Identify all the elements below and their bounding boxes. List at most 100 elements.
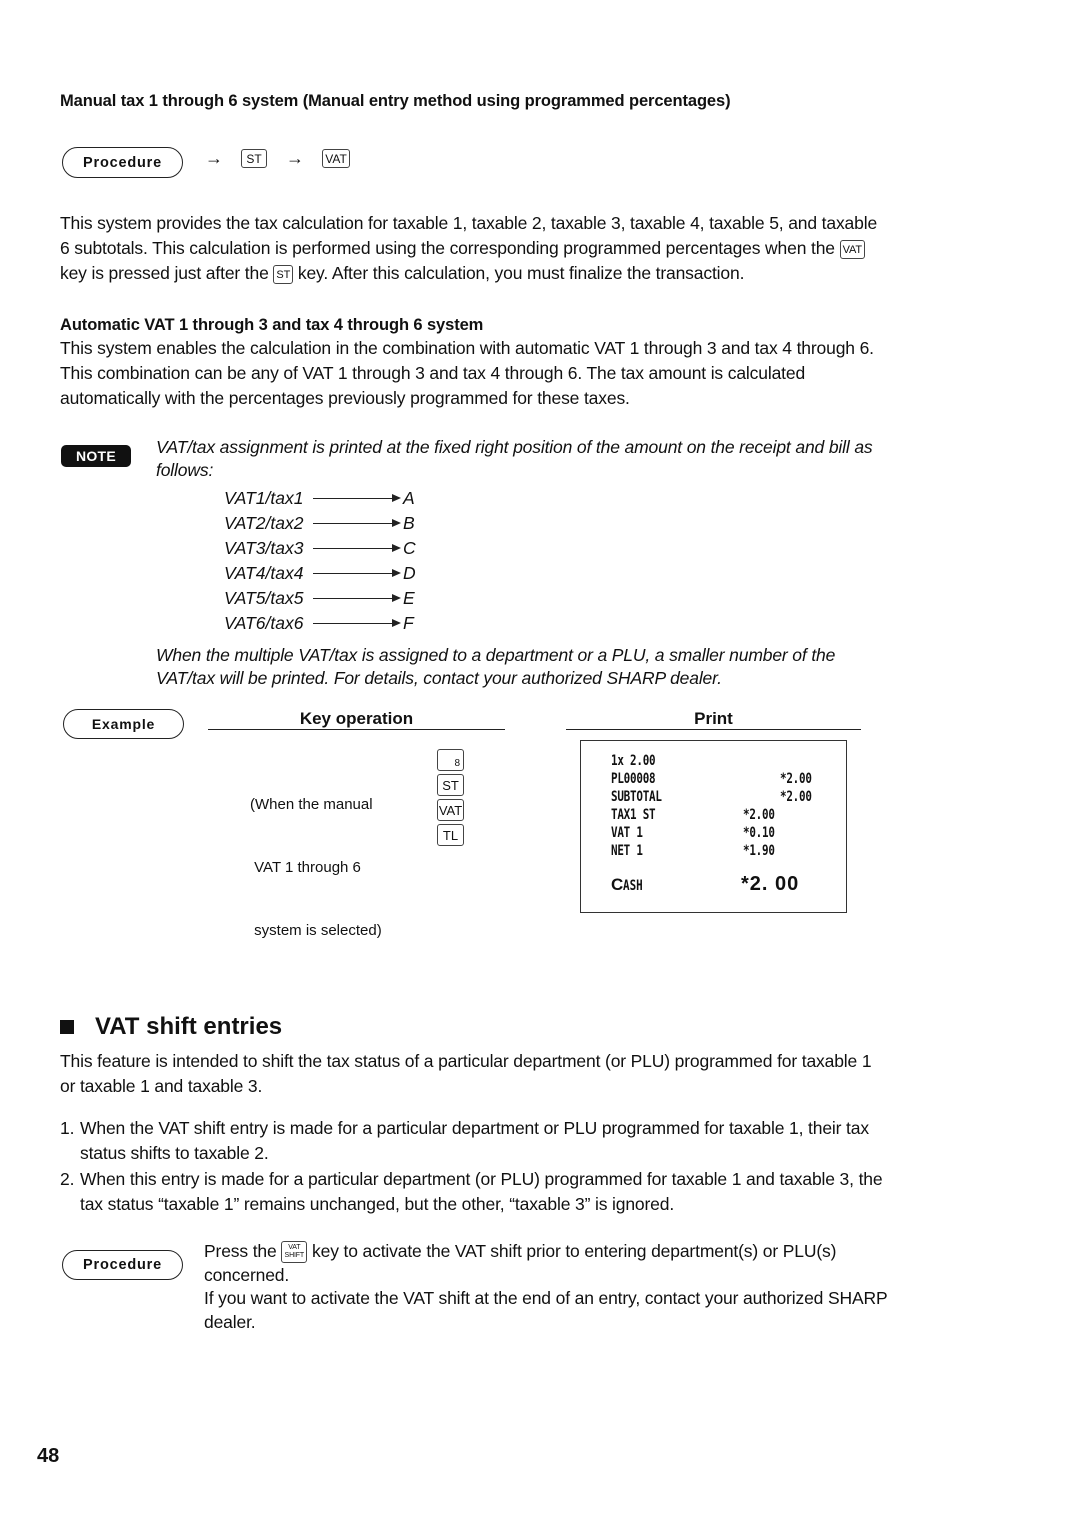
section-heading-manual-tax: Manual tax 1 through 6 system (Manual en… — [60, 92, 731, 110]
receipt-print: 1x 2.00 PL00008 *2.00 SUBTOTAL *2.00 TAX… — [580, 740, 847, 913]
para-line: concerned. — [204, 1264, 290, 1285]
receipt-line-value: *2.00 — [743, 807, 775, 823]
list-line: status shifts to taxable 2. — [80, 1143, 269, 1163]
note-line: When the multiple VAT/tax is assigned to… — [156, 645, 836, 665]
key-8: 8 — [437, 749, 464, 771]
section2-paragraph: This system enables the calculation in t… — [60, 336, 990, 411]
print-header: Print — [694, 709, 733, 728]
note-badge: NOTE — [61, 445, 131, 467]
example-condition: (When the manual VAT 1 through 6 system … — [250, 752, 382, 962]
section-heading-automatic-vat: Automatic VAT 1 through 3 and tax 4 thro… — [60, 316, 484, 334]
mapping-row: VAT4/tax4 D — [224, 561, 416, 586]
vat-shift-title-text: VAT shift entries — [95, 1013, 283, 1040]
key-label-bottom: SHIFT — [284, 1252, 305, 1260]
receipt-line-value: *1.90 — [743, 843, 775, 859]
mapping-to: B — [403, 513, 415, 533]
key-vat: VAT — [437, 799, 464, 821]
mapping-to: C — [403, 538, 416, 558]
text: key. After this calculation, you must fi… — [297, 263, 745, 283]
para-line: key is pressed just after the ST key. Af… — [60, 261, 990, 286]
para-line: 6 subtotals. This calculation is perform… — [60, 236, 990, 261]
mapping-row: VAT6/tax6 F — [224, 611, 414, 636]
right-arrow-icon: → — [205, 148, 223, 168]
receipt-total-value: *2. 00 — [741, 873, 800, 895]
para-line: This combination can be any of VAT 1 thr… — [60, 363, 806, 383]
list-number: 2. — [60, 1169, 75, 1189]
mapping-row: VAT1/tax1 A — [224, 486, 415, 511]
mapping-row: VAT2/tax2 B — [224, 511, 415, 536]
receipt-line-value: *0.10 — [743, 825, 775, 841]
mapping-to: E — [403, 588, 415, 608]
key-st: ST — [241, 149, 267, 168]
para-line: This feature is intended to shift the ta… — [60, 1051, 872, 1071]
note-line: VAT/tax assignment is printed at the fix… — [156, 437, 873, 457]
mapping-from: VAT1/tax1 — [224, 488, 304, 508]
para-line: automatically with the percentages previ… — [60, 388, 630, 408]
receipt-line-label: VAT 1 — [611, 825, 643, 841]
long-arrow-icon — [313, 543, 401, 552]
receipt-total-label: C ASH — [611, 875, 649, 895]
key-vat-shift: VAT SHIFT — [281, 1241, 308, 1264]
section1-paragraph: This system provides the tax calculation… — [60, 211, 990, 286]
receipt-line-label: SUBTOTAL — [611, 789, 662, 805]
para-line: dealer. — [204, 1311, 256, 1332]
key-vat: VAT — [322, 149, 350, 168]
receipt-line-label: NET 1 — [611, 843, 643, 859]
note-line: follows: — [156, 460, 214, 480]
procedure-key-sequence: → ST → VAT — [205, 148, 350, 169]
list-item: When the VAT shift entry is made for a p… — [80, 1116, 980, 1166]
para-line: This system provides the tax calculation… — [60, 213, 878, 233]
text: key is pressed just after the — [60, 263, 269, 283]
vat-shift-intro: This feature is intended to shift the ta… — [60, 1049, 990, 1099]
vat-shift-procedure-text: Press the VAT SHIFT key to activate the V… — [204, 1240, 984, 1334]
note-footer: When the multiple VAT/tax is assigned to… — [156, 644, 835, 690]
long-arrow-icon — [313, 593, 401, 602]
text: 6 subtotals. This calculation is perform… — [60, 238, 835, 258]
receipt-line-label: TAX1 ST — [611, 807, 656, 823]
list-line: When this entry is made for a particular… — [80, 1169, 883, 1189]
long-arrow-icon — [313, 518, 401, 527]
list-line: When the VAT shift entry is made for a p… — [80, 1118, 869, 1138]
list-number: 1. — [60, 1118, 75, 1138]
mapping-to: A — [403, 488, 415, 508]
header-rule — [208, 729, 505, 731]
condition-line: VAT 1 through 6 — [250, 859, 361, 876]
header-rule — [566, 729, 861, 731]
text: Press the — [204, 1241, 277, 1261]
para-line: This system enables the calculation in t… — [60, 338, 874, 358]
example-badge: Example — [63, 709, 184, 739]
receipt-total-label-big: C — [611, 875, 624, 894]
list-line: tax status “taxable 1” remains unchanged… — [80, 1194, 675, 1214]
receipt-total-label-rest: ASH — [623, 878, 644, 894]
page-number: 48 — [37, 1445, 60, 1467]
long-arrow-icon — [313, 618, 401, 627]
text: key to activate the VAT shift prior to e… — [312, 1241, 837, 1261]
para-line: Press the VAT SHIFT key to activate the V… — [204, 1240, 984, 1264]
note-text: VAT/tax assignment is printed at the fix… — [156, 436, 873, 482]
procedure-badge: Procedure — [62, 147, 183, 178]
key-st-inline: ST — [273, 264, 294, 284]
list-item: When this entry is made for a particular… — [80, 1167, 980, 1217]
mapping-from: VAT4/tax4 — [224, 563, 304, 583]
receipt-line-value: *2.00 — [780, 789, 812, 805]
para-line: or taxable 1 and taxable 3. — [60, 1076, 263, 1096]
mapping-from: VAT2/tax2 — [224, 513, 304, 533]
receipt-line-label: PL00008 — [611, 771, 656, 787]
vat-shift-title: VAT shift entries — [60, 1013, 282, 1041]
key-operation-sequence: 8 ST VAT TL — [437, 749, 464, 849]
key-tl: TL — [437, 824, 464, 846]
note-line: VAT/tax will be printed. For details, co… — [156, 668, 722, 688]
procedure-badge: Procedure — [62, 1250, 183, 1280]
key-st: ST — [437, 774, 464, 796]
key-operation-header: Key operation — [299, 709, 414, 728]
condition-line: system is selected) — [250, 922, 382, 939]
mapping-to: D — [403, 563, 416, 583]
para-line: If you want to activate the VAT shift at… — [204, 1288, 888, 1308]
receipt-line-value: *2.00 — [780, 771, 812, 787]
bullet-square-icon — [60, 1020, 74, 1034]
mapping-from: VAT3/tax3 — [224, 538, 304, 558]
key-vat-inline: VAT — [839, 239, 865, 259]
mapping-from: VAT5/tax5 — [224, 588, 304, 608]
mapping-from: VAT6/tax6 — [224, 613, 304, 633]
mapping-row: VAT5/tax5 E — [224, 586, 415, 611]
